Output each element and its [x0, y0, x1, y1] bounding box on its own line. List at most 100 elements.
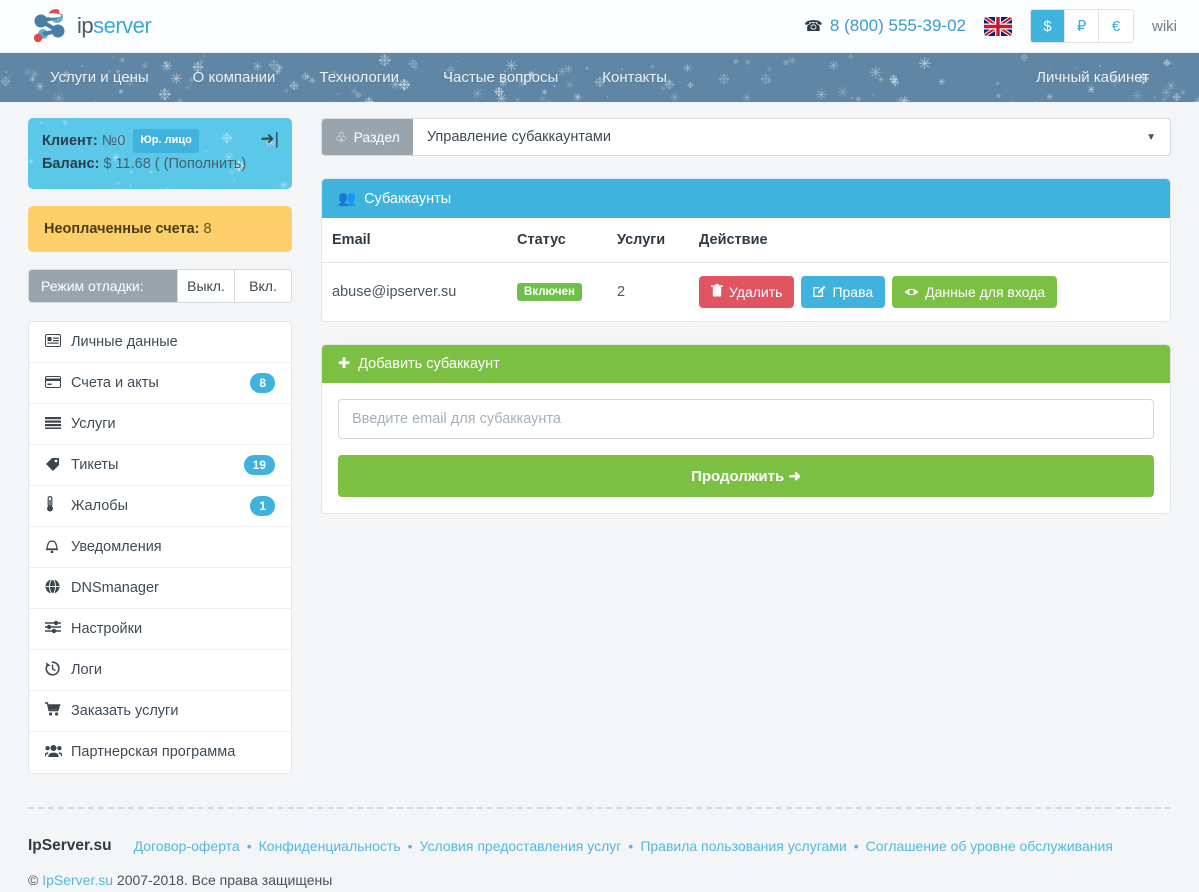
sidebar-item-3[interactable]: Услуги [29, 404, 291, 445]
sidebar-item-5[interactable]: Жалобы1 [29, 486, 291, 527]
sliders-icon [45, 620, 71, 637]
table-header-row: Email Статус Услуги Действие [322, 218, 1170, 263]
copyright-prefix: © [28, 872, 42, 888]
phone-text: 8 (800) 555-39-02 [830, 16, 966, 36]
debug-on-button[interactable]: Вкл. [234, 270, 291, 302]
puzzle-icon: ♧ [335, 129, 348, 146]
edit-icon [813, 284, 826, 300]
section-selected-value: Управление субаккаунтами [427, 129, 611, 145]
права-button[interactable]: Права [801, 276, 885, 308]
sidebar-item-7[interactable]: DNSmanager [29, 568, 291, 609]
status-badge: Включен [517, 283, 582, 301]
column-header-action: Действие [689, 218, 1170, 263]
chevron-down-icon: ▼ [1146, 132, 1156, 143]
sidebar: ❉❉·✳✳✳❉·✳··✳❉✳✳✳✳···❉❉✳✳✳❉ ➜| Клиент: №0… [28, 118, 292, 774]
nav-item-about[interactable]: О компании [171, 69, 298, 86]
sidebar-item-8[interactable]: Настройки [29, 609, 291, 650]
button-label: Данные для входа [925, 284, 1045, 300]
footer-link-1[interactable]: Договор-оферта [134, 838, 240, 854]
footer-link-3[interactable]: Условия предоставления услуг [420, 838, 622, 854]
logo-text-server: server [93, 13, 151, 38]
sidebar-item-10[interactable]: Заказать услуги [29, 691, 291, 732]
continue-button[interactable]: Продолжить ➜ [338, 455, 1154, 497]
currency-usd-button[interactable]: $ [1031, 10, 1065, 42]
footer-separator-dot: • [240, 838, 259, 854]
currency-switcher[interactable]: $ ₽ € [1030, 9, 1134, 43]
sidebar-item-2[interactable]: Счета и акты8 [29, 363, 291, 404]
uk-flag-icon[interactable] [984, 17, 1012, 36]
section-selector[interactable]: ♧ Раздел Управление субаккаунтами ▼ [321, 118, 1171, 156]
footer-separator-dot: • [621, 838, 640, 854]
sidebar-item-label: DNSmanager [71, 580, 275, 596]
logo-text-ip: ip [77, 13, 93, 38]
nav-item-contacts[interactable]: Контакты [580, 69, 689, 86]
site-logo[interactable]: ipserver [28, 8, 151, 44]
sidebar-item-label: Заказать услуги [71, 703, 275, 719]
add-subaccount-header: ✚ Добавить субаккаунт [322, 345, 1170, 383]
tags-icon [45, 456, 71, 474]
phone-number[interactable]: ☎ 8 (800) 555-39-02 [804, 16, 966, 36]
nav-item-technologies[interactable]: Технологии [297, 69, 421, 86]
client-label: Клиент: [42, 133, 98, 149]
cell-actions: Удалить Права Данные для входа [689, 263, 1170, 322]
sidebar-menu: Личные данныеСчета и акты8УслугиТикеты19… [28, 321, 292, 774]
footer-link-2[interactable]: Конфиденциальность [259, 838, 401, 854]
logo-molecule-santa-icon [28, 8, 72, 44]
footer-separator-dot: • [847, 838, 866, 854]
balance-label: Баланс: [42, 156, 99, 172]
column-header-status: Статус [507, 218, 607, 263]
nav-item-services[interactable]: Услуги и цены [28, 69, 171, 86]
sidebar-item-badge: 1 [250, 496, 275, 516]
debug-mode-toggle[interactable]: Режим отладки: Выкл. Вкл. [28, 269, 292, 303]
unpaid-invoices-box[interactable]: Неоплаченные счета: 8 [28, 206, 292, 252]
eye-icon [904, 284, 919, 300]
wiki-link[interactable]: wiki [1152, 18, 1177, 35]
client-number: №0 [102, 133, 126, 149]
section-label-text: Раздел [354, 129, 400, 145]
phone-icon: ☎ [804, 17, 823, 35]
section-dropdown[interactable]: Управление субаккаунтами ▼ [413, 119, 1170, 155]
sidebar-item-label: Жалобы [71, 498, 250, 514]
nav-item-personal-account[interactable]: Личный кабинет [1014, 69, 1171, 86]
currency-rub-button[interactable]: ₽ [1065, 10, 1099, 42]
footer: IpServer.su Договор-оферта•Конфиденциаль… [0, 809, 1199, 888]
данные-для-входа-button[interactable]: Данные для входа [892, 276, 1057, 308]
footer-link-5[interactable]: Соглашение об уровне обслуживания [866, 838, 1113, 854]
sidebar-item-6[interactable]: Уведомления [29, 527, 291, 568]
unpaid-count: 8 [204, 221, 212, 237]
debug-off-button[interactable]: Выкл. [177, 270, 234, 302]
section-label: ♧ Раздел [322, 119, 413, 155]
top-bar: ipserver ☎ 8 (800) 555-39-02 $ ₽ € wiki [0, 0, 1199, 53]
footer-links-row: IpServer.su Договор-оферта•Конфиденциаль… [28, 837, 1171, 855]
client-id-line: Клиент: №0 Юр. лицо [42, 129, 278, 153]
sidebar-item-11[interactable]: Партнерская программа [29, 732, 291, 773]
nav-item-faq[interactable]: Частые вопросы [421, 69, 580, 86]
cell-email: abuse@ipserver.su [322, 263, 507, 322]
footer-separator-dot: • [401, 838, 420, 854]
footer-brand: IpServer.su [28, 837, 112, 855]
subaccounts-panel: 👥 Субаккаунты Email Статус Услуги Действ… [321, 178, 1171, 322]
history-icon [45, 661, 71, 679]
id-card-icon [45, 334, 71, 350]
sidebar-item-label: Логи [71, 662, 275, 678]
sidebar-item-4[interactable]: Тикеты19 [29, 445, 291, 486]
sidebar-item-1[interactable]: Личные данные [29, 322, 291, 363]
bell-icon [45, 538, 71, 556]
sidebar-item-label: Партнерская программа [71, 744, 275, 760]
sidebar-item-label: Тикеты [71, 457, 244, 473]
copyright-brand-link[interactable]: IpServer.su [42, 872, 113, 888]
currency-eur-button[interactable]: € [1099, 10, 1133, 42]
sidebar-item-9[interactable]: Логи [29, 650, 291, 691]
cell-services: 2 [607, 263, 689, 322]
subaccounts-table: Email Статус Услуги Действие abuse@ipser… [322, 218, 1170, 321]
удалить-button[interactable]: Удалить [699, 276, 794, 308]
thermometer-icon [45, 496, 71, 515]
logout-icon[interactable]: ➜| [260, 129, 279, 149]
subaccount-email-input[interactable] [338, 399, 1154, 439]
button-label: Удалить [729, 284, 782, 300]
topup-link[interactable]: (Пополнить) [164, 156, 247, 172]
footer-link-4[interactable]: Правила пользования услугами [640, 838, 846, 854]
add-subaccount-title: Добавить субаккаунт [358, 356, 500, 372]
globe-icon [45, 579, 71, 597]
sidebar-item-label: Уведомления [71, 539, 275, 555]
